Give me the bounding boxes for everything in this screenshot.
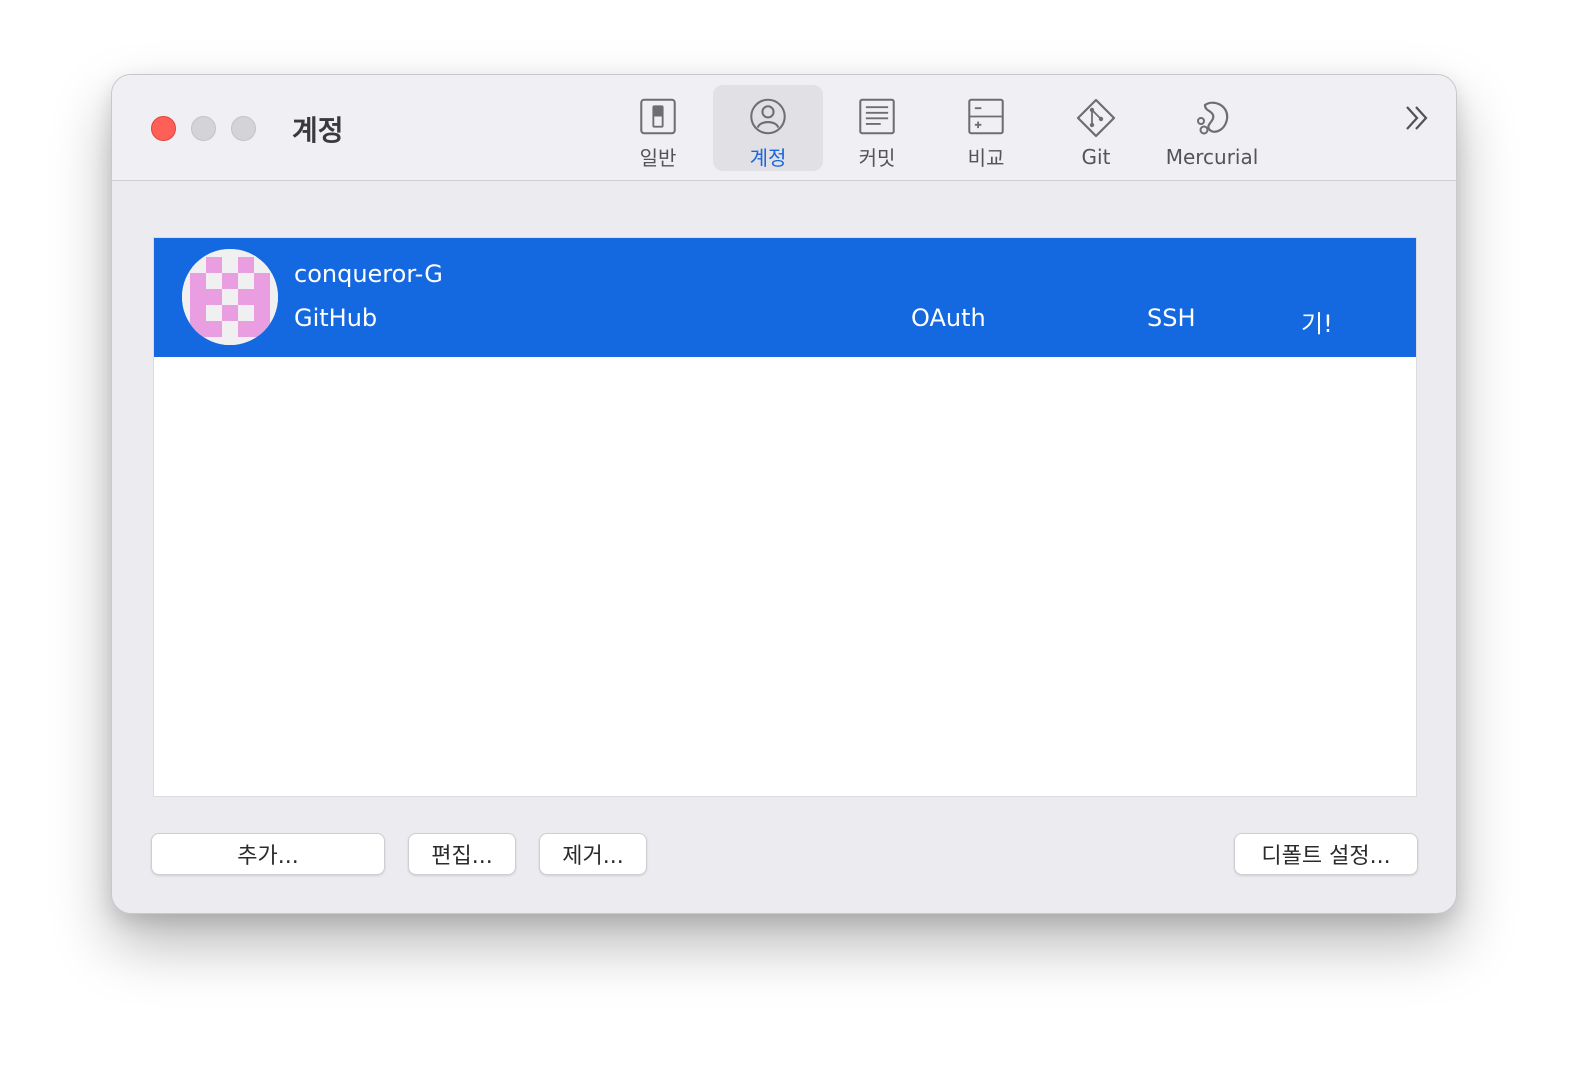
account-default-status: 기! (1301, 310, 1333, 338)
accounts-list[interactable]: conqueror-G GitHub OAuth SSH 기! (153, 237, 1417, 797)
commit-document-icon (859, 98, 895, 135)
chevron-double-right-icon[interactable] (1402, 103, 1432, 133)
account-row[interactable]: conqueror-G GitHub OAuth SSH 기! (154, 238, 1416, 357)
close-window-button[interactable] (151, 116, 176, 141)
tab-mercurial[interactable]: Mercurial (1154, 85, 1270, 171)
tab-commit[interactable]: 커밋 (824, 85, 930, 171)
tab-general[interactable]: 일반 (604, 85, 712, 171)
account-auth-type: OAuth (911, 304, 986, 332)
account-protocol: SSH (1147, 304, 1196, 332)
tab-git-label: Git (1081, 145, 1111, 169)
tab-diff[interactable]: 비교 (934, 85, 1038, 171)
set-default-button[interactable]: 디폴트 설정... (1234, 833, 1418, 875)
preferences-window: 계정 일반 계정 커밋 비교 Git Mercurial conqueror-G… (111, 74, 1457, 914)
account-username: conqueror-G (294, 260, 443, 288)
avatar (182, 249, 278, 345)
add-account-button[interactable]: 추가... (151, 833, 385, 875)
mercurial-icon (1197, 101, 1229, 135)
git-icon (1076, 98, 1116, 138)
tab-accounts[interactable]: 계정 (713, 85, 823, 171)
remove-account-button[interactable]: 제거... (539, 833, 647, 875)
account-host: GitHub (294, 304, 378, 332)
minimize-window-button[interactable] (191, 116, 216, 141)
edit-account-button[interactable]: 편집... (408, 833, 516, 875)
account-icon (750, 98, 786, 135)
tab-diff-label: 비교 (967, 146, 1005, 170)
diff-icon (968, 98, 1004, 135)
tab-mercurial-label: Mercurial (1165, 145, 1259, 169)
window-title: 계정 (292, 114, 344, 147)
zoom-window-button[interactable] (231, 116, 256, 141)
titlebar-toolbar: 계정 일반 계정 커밋 비교 Git Mercurial (112, 75, 1456, 181)
tab-commit-label: 커밋 (858, 146, 896, 170)
switch-icon (640, 98, 676, 135)
identicon-avatar-icon (182, 249, 278, 345)
tab-git[interactable]: Git (1044, 85, 1148, 171)
tab-general-label: 일반 (639, 146, 677, 170)
tab-accounts-label: 계정 (749, 146, 787, 170)
